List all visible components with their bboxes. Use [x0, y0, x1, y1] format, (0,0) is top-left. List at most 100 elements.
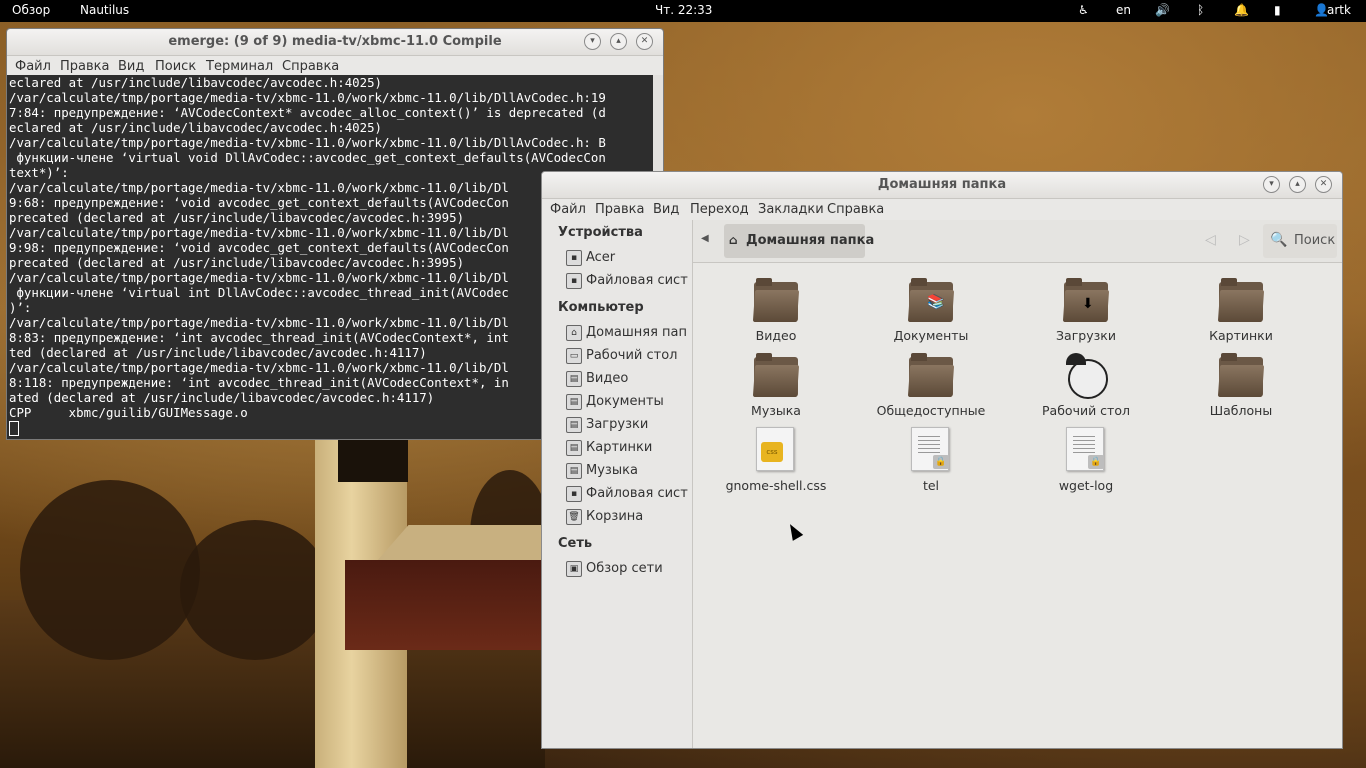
css-file-icon: css: [756, 427, 794, 471]
sidebar-item-acer[interactable]: ▪ Acer: [558, 248, 688, 270]
file-item-documents[interactable]: 📚 Документы: [871, 273, 991, 343]
terminal-line: /var/calculate/tmp/portage/media-tv/xbmc…: [9, 135, 606, 150]
maximize-button[interactable]: ▴: [610, 33, 627, 50]
desktop-lamp-icon: [1064, 353, 1108, 399]
network-icon: ▣: [566, 561, 582, 577]
back-button[interactable]: ◁: [1205, 232, 1216, 248]
search-button[interactable]: 🔍 Поиск: [1263, 224, 1337, 258]
sidebar-item-documents[interactable]: ▤ Документы: [558, 392, 688, 414]
file-item-downloads[interactable]: ⬇ Загрузки: [1026, 273, 1146, 343]
terminal-line: eclared at /usr/include/libavcodec/avcod…: [9, 120, 382, 135]
lock-icon: 🔒: [1088, 455, 1104, 469]
menu-help[interactable]: Справка: [827, 202, 884, 217]
clock[interactable]: Чт. 22:33: [655, 3, 712, 17]
folder-icon: [907, 353, 955, 397]
menu-edit[interactable]: Правка: [60, 59, 109, 74]
sidebar-item-downloads[interactable]: ▤ Загрузки: [558, 415, 688, 437]
sidebar-heading-network: Сеть: [558, 536, 593, 551]
trash-icon: 🗑: [566, 509, 582, 525]
file-item-wget-log[interactable]: 🔒 wget-log: [1026, 423, 1146, 493]
battery-icon[interactable]: ▮: [1274, 3, 1281, 17]
folder-icon: [1217, 278, 1265, 322]
volume-icon[interactable]: 🔊: [1155, 3, 1170, 17]
sidebar-item-filesystem-device[interactable]: ▪Файловая сист...: [558, 271, 688, 293]
file-manager-toolbar: ◀ ⌂ Домашняя папка ◁ ▷ 🔍 Поиск: [693, 220, 1342, 263]
sidebar-item-music[interactable]: ▤ Музыка: [558, 461, 688, 483]
terminal-line: /var/calculate/tmp/portage/media-tv/xbmc…: [9, 90, 606, 105]
downloads-folder-icon: ▤: [566, 417, 582, 433]
breadcrumb-home[interactable]: ⌂ Домашняя папка: [724, 224, 874, 258]
accessibility-icon[interactable]: ♿: [1078, 3, 1089, 17]
close-button[interactable]: ✕: [1315, 176, 1332, 193]
sidebar-heading-devices: Устройства: [558, 225, 643, 240]
menu-edit[interactable]: Правка: [595, 202, 644, 217]
wallpaper-lighthouse-lantern: [338, 438, 408, 482]
menu-file[interactable]: Файл: [550, 202, 586, 217]
terminal-titlebar[interactable]: emerge: (9 of 9) media-tv/xbmc-11.0 Comp…: [7, 29, 663, 56]
sidebar-item-desktop[interactable]: ▭ Рабочий стол: [558, 346, 688, 368]
forward-button[interactable]: ▷: [1239, 232, 1250, 248]
minimize-button[interactable]: ▾: [584, 33, 601, 50]
file-item-videos[interactable]: Видео: [716, 273, 836, 343]
sidebar-heading-computer: Компьютер: [558, 300, 644, 315]
folder-icon: [752, 353, 800, 397]
app-menu-button[interactable]: Nautilus: [80, 3, 129, 17]
sidebar-item-filesystem[interactable]: ▪Файловая сист...: [558, 484, 688, 506]
video-folder-icon: ▤: [566, 371, 582, 387]
sidebar-item-trash[interactable]: 🗑 Корзина: [558, 507, 688, 529]
top-panel: Обзор Nautilus Чт. 22:33 ♿ en 🔊 ᛒ 🔔 ▮ 👤 …: [0, 0, 1366, 22]
menu-view[interactable]: Вид: [118, 59, 144, 74]
file-manager-titlebar[interactable]: Домашняя папка ▾ ▴ ✕: [542, 172, 1342, 199]
wallpaper-tree: [180, 520, 330, 660]
documents-folder-icon: ▤: [566, 394, 582, 410]
sidebar-item-videos[interactable]: ▤ Видео: [558, 369, 688, 391]
file-item-tel[interactable]: 🔒 tel: [871, 423, 991, 493]
maximize-button[interactable]: ▴: [1289, 176, 1306, 193]
documents-folder-icon: 📚: [907, 278, 955, 322]
menu-go[interactable]: Переход: [690, 202, 749, 217]
lock-icon: 🔒: [933, 455, 949, 469]
home-icon: ⌂: [566, 325, 582, 341]
terminal-title: emerge: (9 of 9) media-tv/xbmc-11.0 Comp…: [168, 34, 502, 49]
terminal-line: 7:84: предупреждение: ‘AVCodecContext* a…: [9, 105, 606, 120]
bluetooth-icon[interactable]: ᛒ: [1197, 3, 1204, 17]
folder-icon: [1217, 353, 1265, 397]
file-manager-window[interactable]: Домашняя папка ▾ ▴ ✕ Файл Правка Вид Пер…: [541, 171, 1343, 749]
terminal-line: eclared at /usr/include/libavcodec/avcod…: [9, 75, 382, 90]
file-item-music[interactable]: Музыка: [716, 348, 836, 418]
file-manager-menubar: Файл Правка Вид Переход Закладки Справка: [542, 199, 1342, 222]
search-icon: 🔍: [1270, 232, 1288, 248]
close-button[interactable]: ✕: [636, 33, 653, 50]
drive-icon: ▪: [566, 486, 582, 502]
wallpaper-tree: [20, 480, 200, 660]
sidebar-item-pictures[interactable]: ▤ Картинки: [558, 438, 688, 460]
menu-search[interactable]: Поиск: [155, 59, 196, 74]
menu-terminal[interactable]: Терминал: [206, 59, 273, 74]
keyboard-layout[interactable]: en: [1116, 3, 1131, 17]
file-manager-title: Домашняя папка: [877, 177, 1007, 192]
menu-help[interactable]: Справка: [282, 59, 339, 74]
breadcrumb-scroll-left-icon[interactable]: ◀: [701, 233, 709, 244]
folder-icon: [752, 278, 800, 322]
home-icon: ⌂: [729, 233, 738, 247]
sidebar-item-browse-network[interactable]: ▣ Обзор сети: [558, 559, 688, 581]
file-item-gnome-shell-css[interactable]: css gnome-shell.css: [716, 423, 836, 493]
sidebar-item-home[interactable]: ⌂Домашняя пап...: [558, 323, 688, 345]
wallpaper-house: [345, 560, 545, 650]
menu-file[interactable]: Файл: [15, 59, 51, 74]
user-menu[interactable]: artk: [1327, 3, 1351, 17]
file-item-templates[interactable]: Шаблоны: [1181, 348, 1301, 418]
menu-bookmarks[interactable]: Закладки: [758, 202, 824, 217]
downloads-folder-icon: ⬇: [1062, 278, 1110, 322]
file-item-pictures[interactable]: Картинки: [1181, 273, 1301, 343]
menu-view[interactable]: Вид: [653, 202, 679, 217]
file-view[interactable]: Видео 📚 Документы ⬇ Загрузки Картинки Му…: [693, 263, 1342, 748]
terminal-line: функции-члене ‘virtual void DllAvCodec::…: [9, 150, 606, 165]
pictures-folder-icon: ▤: [566, 440, 582, 456]
notification-icon[interactable]: 🔔: [1234, 3, 1249, 17]
terminal-cursor: [9, 421, 19, 436]
file-item-desktop[interactable]: Рабочий стол: [1026, 348, 1146, 418]
activities-button[interactable]: Обзор: [12, 3, 50, 17]
minimize-button[interactable]: ▾: [1263, 176, 1280, 193]
file-item-public[interactable]: Общедоступные: [871, 348, 991, 418]
